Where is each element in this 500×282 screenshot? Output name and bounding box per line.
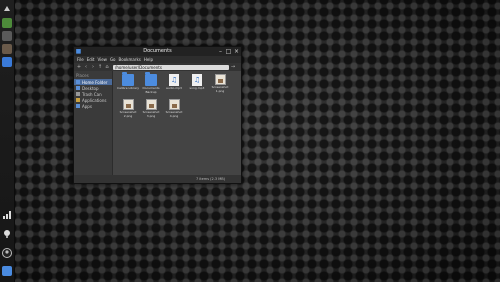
status-bar: 7 items (2.3 MB): [74, 175, 241, 183]
file-label: Screenshot 2.png: [119, 110, 137, 118]
sidebar-item-label: Apps: [82, 103, 92, 109]
file-item[interactable]: ♫ song.mp3: [186, 74, 208, 91]
menu-bar: File Edit View Go Bookmarks Help: [74, 56, 241, 63]
trash-icon: [76, 92, 80, 96]
toolbar: + ‹ › ↑ ⌂ /home/user/Documents →: [74, 63, 241, 71]
minimize-icon[interactable]: –: [217, 48, 224, 55]
dock-app-green-icon[interactable]: [2, 18, 12, 28]
applications-icon: [76, 98, 80, 102]
dock-app-brown-icon[interactable]: [2, 44, 12, 54]
avatar-icon[interactable]: [2, 248, 12, 258]
file-item[interactable]: Screenshot 4.png: [163, 99, 185, 118]
menu-edit[interactable]: Edit: [87, 56, 95, 63]
sidebar-item-label: Home Folder: [82, 79, 108, 85]
file-label: Screenshot 1.png: [211, 85, 229, 93]
up-icon[interactable]: ↑: [97, 64, 103, 70]
sidebar-item-apps[interactable]: Apps: [74, 103, 112, 109]
apps-icon: [76, 104, 80, 108]
dock-app-terminal-icon[interactable]: [2, 31, 12, 41]
home-folder-icon: [76, 80, 80, 84]
menu-view[interactable]: View: [97, 56, 107, 63]
sidebar-item-label: Desktop: [82, 85, 99, 91]
folder-icon: [122, 72, 134, 86]
maximize-icon[interactable]: □: [225, 48, 232, 55]
menu-help[interactable]: Help: [144, 56, 153, 63]
file-item[interactable]: Calibre Library: [117, 72, 139, 91]
close-icon[interactable]: ×: [233, 48, 240, 55]
image-file-icon: [214, 74, 226, 85]
menu-go[interactable]: Go: [110, 56, 116, 63]
file-view: Calibre Library Documents Backup ♫ audio…: [113, 71, 241, 175]
file-item[interactable]: Screenshot 1.png: [209, 74, 231, 93]
sidebar-item-label: Trash Can: [82, 91, 102, 97]
left-dock: [0, 0, 15, 282]
file-item[interactable]: ♫ audio.mp3: [163, 74, 185, 91]
image-file-icon: [122, 99, 134, 110]
path-input[interactable]: /home/user/Documents: [113, 64, 229, 70]
bulb-icon[interactable]: [2, 229, 12, 239]
file-item[interactable]: Documents Backup: [140, 72, 162, 94]
new-tab-icon[interactable]: +: [76, 64, 82, 70]
places-sidebar: Places Home Folder Desktop Trash Can App…: [74, 71, 113, 175]
menu-file[interactable]: File: [77, 56, 84, 63]
places-heading: Places: [76, 73, 89, 78]
window-titlebar[interactable]: ■ Documents – □ ×: [74, 47, 241, 56]
image-file-icon: [145, 99, 157, 110]
file-label: Documents Backup: [142, 86, 160, 94]
audio-file-icon: ♫: [192, 74, 202, 86]
file-label: Screenshot 4.png: [165, 110, 183, 118]
go-icon[interactable]: →: [230, 64, 236, 70]
file-label: song.mp3: [189, 86, 205, 90]
image-file-icon: [168, 99, 180, 110]
desktop-icon: [76, 86, 80, 90]
dock-file-manager-icon[interactable]: [2, 57, 12, 67]
home-icon[interactable]: ⌂: [104, 64, 110, 70]
back-icon[interactable]: ‹: [83, 64, 89, 70]
folder-icon: [145, 72, 157, 86]
forward-icon[interactable]: ›: [90, 64, 96, 70]
signal-icon[interactable]: [2, 210, 12, 220]
file-item[interactable]: Screenshot 2.png: [117, 99, 139, 118]
file-label: Calibre Library: [117, 86, 139, 90]
audio-file-icon: ♫: [169, 74, 179, 86]
file-label: Screenshot 3.png: [142, 110, 160, 118]
window-title: Documents: [143, 48, 172, 54]
menu-bookmarks[interactable]: Bookmarks: [119, 56, 141, 63]
dock-show-desktop-icon[interactable]: [2, 266, 12, 276]
dock-menu-icon[interactable]: [2, 4, 12, 14]
file-label: audio.mp3: [166, 86, 182, 90]
file-manager-window: ■ Documents – □ × File Edit View Go Book…: [73, 46, 242, 184]
sidebar-item-label: Applications: [82, 97, 107, 103]
file-item[interactable]: Screenshot 3.png: [140, 99, 162, 118]
